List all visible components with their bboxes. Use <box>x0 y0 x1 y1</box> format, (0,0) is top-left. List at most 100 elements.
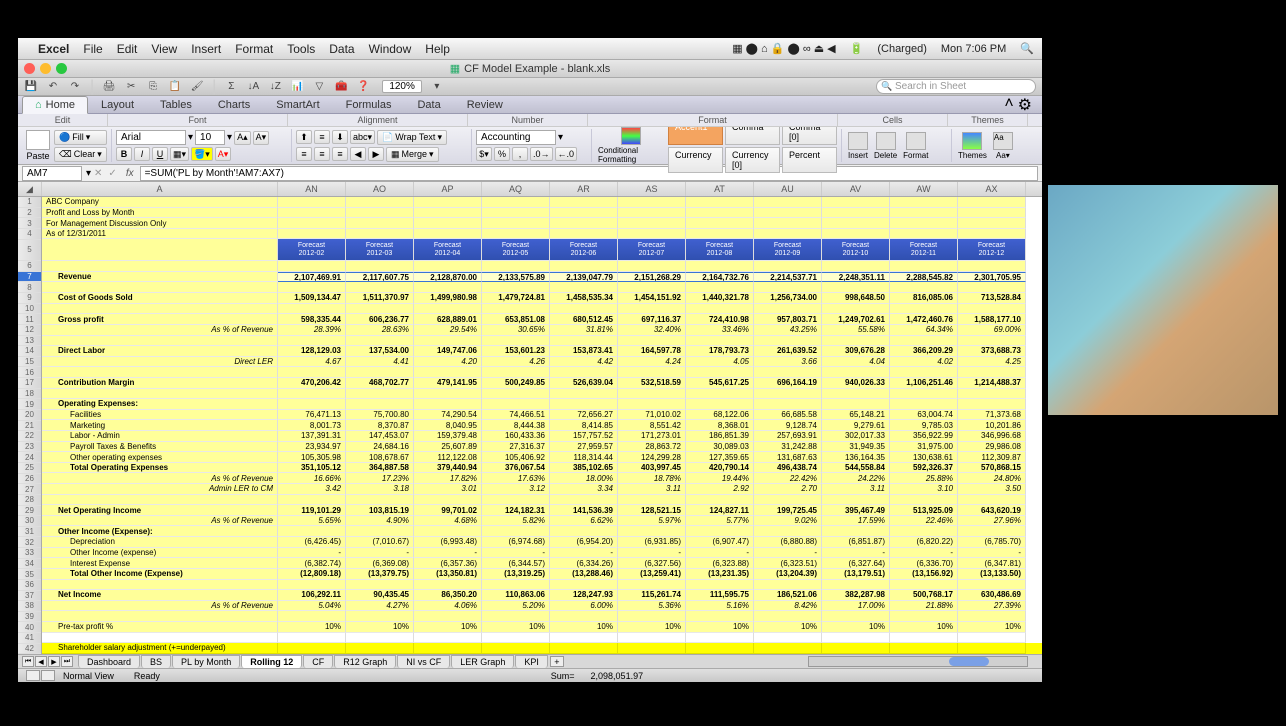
fill-color-button[interactable]: 🪣▾ <box>191 147 213 161</box>
col-header-aw[interactable]: AW <box>890 182 958 196</box>
font-selector[interactable]: Arial <box>116 130 186 145</box>
increase-font-icon[interactable]: A▴ <box>234 131 251 145</box>
clock[interactable]: Mon 7:06 PM <box>941 43 1006 55</box>
col-header-a[interactable]: A <box>42 182 278 196</box>
col-header-ar[interactable]: AR <box>550 182 618 196</box>
sum-icon[interactable]: Σ <box>224 80 238 94</box>
zoom-selector[interactable]: 120% <box>382 80 422 93</box>
search-input[interactable]: Search in Sheet <box>876 79 1036 94</box>
col-header-as[interactable]: AS <box>618 182 686 196</box>
align-left-icon[interactable]: ≡ <box>296 147 312 161</box>
save-icon[interactable]: 💾 <box>24 80 38 94</box>
tab-data[interactable]: Data <box>404 96 453 114</box>
size-dropdown-icon[interactable]: ▾ <box>227 132 232 143</box>
menu-help[interactable]: Help <box>425 42 450 56</box>
col-header-ap[interactable]: AP <box>414 182 482 196</box>
sheet-tab-cf[interactable]: CF <box>303 655 333 668</box>
increase-decimal-icon[interactable]: .0→ <box>530 147 553 161</box>
close-icon[interactable] <box>24 63 35 74</box>
cut-icon[interactable]: ✂ <box>124 80 138 94</box>
tab-smartart[interactable]: SmartArt <box>263 96 332 114</box>
tab-charts[interactable]: Charts <box>205 96 263 114</box>
delete-cells-button[interactable]: Delete <box>872 132 899 160</box>
align-middle-icon[interactable]: ≡ <box>314 130 330 144</box>
indent-decrease-icon[interactable]: ◀ <box>350 147 366 161</box>
insert-cells-button[interactable]: Insert <box>846 132 870 160</box>
underline-button[interactable]: U <box>152 147 168 161</box>
zoom-dropdown-icon[interactable]: ▾ <box>430 80 444 94</box>
indent-increase-icon[interactable]: ▶ <box>368 147 384 161</box>
menu-file[interactable]: File <box>83 42 102 56</box>
currency-icon[interactable]: $▾ <box>476 147 492 161</box>
battery-icon[interactable]: 🔋 <box>850 42 864 55</box>
spotlight-icon[interactable]: 🔍 <box>1020 42 1034 55</box>
ribbon-settings-icon[interactable]: ⚙ <box>1018 95 1032 115</box>
col-header-av[interactable]: AV <box>822 182 890 196</box>
filter-icon[interactable]: ▽ <box>312 80 326 94</box>
align-top-icon[interactable]: ⬆ <box>296 130 312 144</box>
col-header-an[interactable]: AN <box>278 182 346 196</box>
sheet-tab-ler[interactable]: LER Graph <box>451 655 514 668</box>
themes-button[interactable]: Themes <box>956 132 989 160</box>
copy-icon[interactable]: ⎘ <box>146 80 160 94</box>
cancel-formula-icon[interactable]: ✕ <box>91 168 105 179</box>
font-size-selector[interactable]: 10 <box>195 130 225 145</box>
last-sheet-icon[interactable]: ⏭ <box>61 656 73 667</box>
tab-review[interactable]: Review <box>454 96 516 114</box>
col-header-au[interactable]: AU <box>754 182 822 196</box>
fill-button[interactable]: 🔵 Fill ▾ <box>54 130 107 145</box>
font-dropdown-icon[interactable]: ▾ <box>188 132 193 143</box>
name-box[interactable]: AM7 <box>22 166 82 181</box>
percent-icon[interactable]: % <box>494 147 510 161</box>
menu-edit[interactable]: Edit <box>117 42 138 56</box>
menu-tools[interactable]: Tools <box>287 42 315 56</box>
tab-formulas[interactable]: Formulas <box>333 96 405 114</box>
sheet-tab-pl[interactable]: PL by Month <box>172 655 240 668</box>
page-layout-view-icon[interactable] <box>41 670 55 681</box>
tab-layout[interactable]: Layout <box>88 96 147 114</box>
sheet-tab-r12[interactable]: R12 Graph <box>334 655 396 668</box>
menu-data[interactable]: Data <box>329 42 354 56</box>
print-icon[interactable]: 🖨 <box>102 80 116 94</box>
fx-icon[interactable]: fx <box>120 168 140 179</box>
fonts-theme-button[interactable]: AaAa▾ <box>991 132 1015 160</box>
col-header-ao[interactable]: AO <box>346 182 414 196</box>
sort-desc-icon[interactable]: ↓Z <box>268 80 282 94</box>
italic-button[interactable]: I <box>134 147 150 161</box>
sheet-tab-dashboard[interactable]: Dashboard <box>78 655 140 668</box>
style-currency[interactable]: Currency <box>668 147 723 173</box>
paste-icon[interactable]: 📋 <box>168 80 182 94</box>
accept-formula-icon[interactable]: ✓ <box>105 168 119 179</box>
menu-app[interactable]: Excel <box>38 42 69 56</box>
col-header-at[interactable]: AT <box>686 182 754 196</box>
col-header-ax[interactable]: AX <box>958 182 1026 196</box>
toolbox-icon[interactable]: 🧰 <box>334 80 348 94</box>
align-right-icon[interactable]: ≡ <box>332 147 348 161</box>
undo-icon[interactable]: ↶ <box>46 80 60 94</box>
redo-icon[interactable]: ↷ <box>68 80 82 94</box>
chart-icon[interactable]: 📊 <box>290 80 304 94</box>
sheet-tab-nivscf[interactable]: NI vs CF <box>397 655 450 668</box>
col-header-aq[interactable]: AQ <box>482 182 550 196</box>
tab-tables[interactable]: Tables <box>147 96 205 114</box>
help-icon[interactable]: ❓ <box>356 80 370 94</box>
orientation-icon[interactable]: abc▾ <box>350 130 375 144</box>
horizontal-scrollbar[interactable] <box>808 656 1028 667</box>
font-color-button[interactable]: A▾ <box>215 147 232 161</box>
style-percent[interactable]: Percent <box>782 147 837 173</box>
add-sheet-icon[interactable]: + <box>550 656 564 667</box>
sheet-tab-kpi[interactable]: KPI <box>515 655 548 668</box>
border-button[interactable]: ▦▾ <box>170 147 189 161</box>
maximize-icon[interactable] <box>56 63 67 74</box>
normal-view-icon[interactable] <box>26 670 40 681</box>
sheet-tab-rolling12[interactable]: Rolling 12 <box>241 655 302 668</box>
menu-format[interactable]: Format <box>235 42 273 56</box>
format-cells-button[interactable]: Format <box>901 132 930 160</box>
decrease-font-icon[interactable]: A▾ <box>253 131 270 145</box>
minimize-icon[interactable] <box>40 63 51 74</box>
number-format-selector[interactable]: Accounting <box>476 130 556 145</box>
comma-icon[interactable]: , <box>512 147 528 161</box>
align-bottom-icon[interactable]: ⬇ <box>332 130 348 144</box>
menu-view[interactable]: View <box>151 42 177 56</box>
align-center-icon[interactable]: ≡ <box>314 147 330 161</box>
